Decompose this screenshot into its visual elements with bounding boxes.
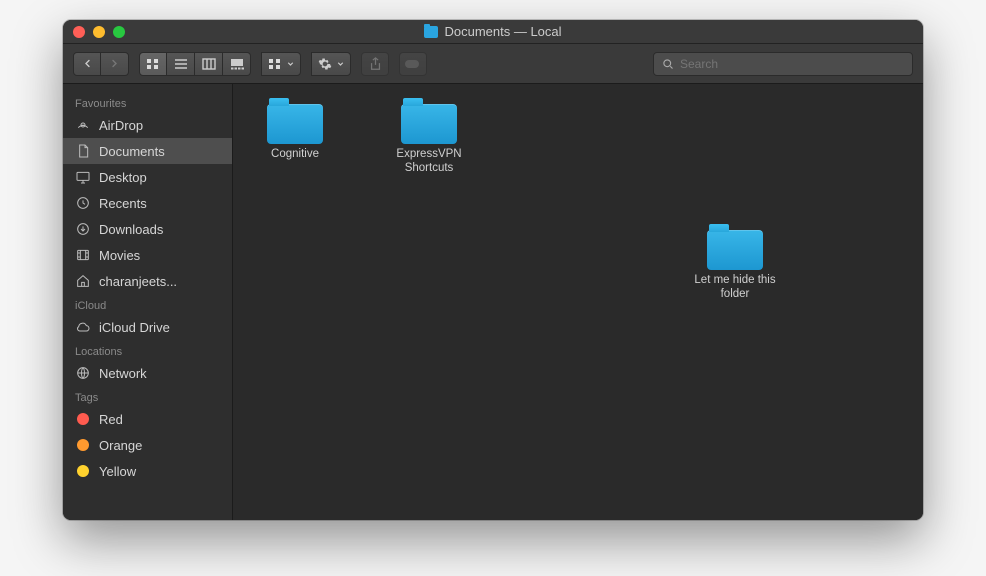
file-item-label: Let me hide this folder: [683, 274, 787, 302]
sidebar-item-label: Orange: [99, 438, 142, 453]
folder-item-cognitive[interactable]: Cognitive: [243, 98, 347, 176]
fullscreen-button[interactable]: [113, 26, 125, 38]
folder-icon: [707, 230, 763, 270]
desktop-icon: [75, 169, 91, 185]
toolbar: [63, 44, 923, 84]
minimize-button[interactable]: [93, 26, 105, 38]
sidebar-item-label: Red: [99, 412, 123, 427]
content-area[interactable]: Cognitive ExpressVPN Shortcuts Let me hi…: [233, 84, 923, 520]
folder-icon: [401, 104, 457, 144]
sidebar-item-label: Movies: [99, 248, 140, 263]
sidebar-section-icloud: iCloud: [63, 294, 232, 314]
sidebar-tag-orange[interactable]: Orange: [63, 432, 232, 458]
view-icon-button[interactable]: [139, 52, 167, 76]
folder-icon: [267, 104, 323, 144]
sidebar-item-label: Network: [99, 366, 147, 381]
sidebar-item-label: AirDrop: [99, 118, 143, 133]
titlebar[interactable]: Documents — Local: [63, 20, 923, 44]
window-title: Documents — Local: [63, 24, 923, 39]
sidebar: Favourites AirDrop Documents Desktop Rec…: [63, 84, 233, 520]
downloads-icon: [75, 221, 91, 237]
tags-button[interactable]: [399, 52, 427, 76]
group-by-button[interactable]: [261, 52, 301, 76]
home-icon: [75, 273, 91, 289]
sidebar-item-label: iCloud Drive: [99, 320, 170, 335]
network-icon: [75, 365, 91, 381]
sidebar-item-recents[interactable]: Recents: [63, 190, 232, 216]
share-button[interactable]: [361, 52, 389, 76]
view-mode-segment: [139, 52, 251, 76]
folder-item-hidden[interactable]: Let me hide this folder: [683, 224, 787, 302]
movies-icon: [75, 247, 91, 263]
view-list-button[interactable]: [167, 52, 195, 76]
sidebar-item-documents[interactable]: Documents: [63, 138, 232, 164]
search-field[interactable]: [653, 52, 913, 76]
sidebar-section-favourites: Favourites: [63, 92, 232, 112]
file-item-label: ExpressVPN Shortcuts: [377, 148, 481, 176]
sidebar-item-iclouddrive[interactable]: iCloud Drive: [63, 314, 232, 340]
action-menu-button[interactable]: [311, 52, 351, 76]
documents-icon: [75, 143, 91, 159]
search-input[interactable]: [680, 57, 904, 71]
airdrop-icon: [75, 117, 91, 133]
finder-window: Documents — Local: [63, 20, 923, 520]
sidebar-item-downloads[interactable]: Downloads: [63, 216, 232, 242]
sidebar-item-home[interactable]: charanjeets...: [63, 268, 232, 294]
icon-grid: Cognitive ExpressVPN Shortcuts: [233, 84, 923, 190]
sidebar-item-movies[interactable]: Movies: [63, 242, 232, 268]
file-item-label: Cognitive: [271, 148, 319, 162]
sidebar-item-label: Desktop: [99, 170, 147, 185]
tag-dot-icon: [75, 437, 91, 453]
search-icon: [662, 58, 674, 70]
sidebar-item-label: Yellow: [99, 464, 136, 479]
sidebar-item-label: Recents: [99, 196, 147, 211]
sidebar-section-tags: Tags: [63, 386, 232, 406]
sidebar-item-label: charanjeets...: [99, 274, 177, 289]
view-column-button[interactable]: [195, 52, 223, 76]
sidebar-section-locations: Locations: [63, 340, 232, 360]
sidebar-item-label: Documents: [99, 144, 165, 159]
sidebar-item-airdrop[interactable]: AirDrop: [63, 112, 232, 138]
view-gallery-button[interactable]: [223, 52, 251, 76]
tag-dot-icon: [75, 463, 91, 479]
nav-forward-button[interactable]: [101, 52, 129, 76]
sidebar-item-network[interactable]: Network: [63, 360, 232, 386]
sidebar-tag-red[interactable]: Red: [63, 406, 232, 432]
folder-icon: [424, 26, 438, 38]
tag-dot-icon: [75, 411, 91, 427]
sidebar-item-label: Downloads: [99, 222, 163, 237]
close-button[interactable]: [73, 26, 85, 38]
recents-icon: [75, 195, 91, 211]
window-controls: [73, 26, 125, 38]
sidebar-tag-yellow[interactable]: Yellow: [63, 458, 232, 484]
nav-back-button[interactable]: [73, 52, 101, 76]
folder-item-expressvpn[interactable]: ExpressVPN Shortcuts: [377, 98, 481, 176]
cloud-icon: [75, 319, 91, 335]
sidebar-item-desktop[interactable]: Desktop: [63, 164, 232, 190]
window-title-text: Documents — Local: [444, 24, 561, 39]
